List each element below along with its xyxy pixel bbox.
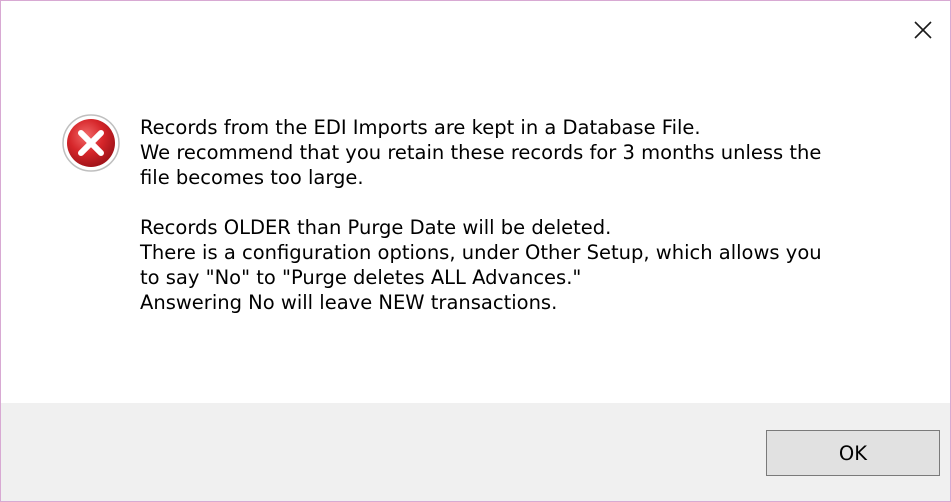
- message-line: There is a configuration options, under …: [140, 241, 822, 264]
- message-line: file becomes too large.: [140, 166, 364, 189]
- message-line: to say "No" to "Purge deletes ALL Advanc…: [140, 266, 582, 289]
- dialog-content: Records from the EDI Imports are kept in…: [1, 1, 950, 403]
- message-line: We recommend that you retain these recor…: [140, 141, 822, 164]
- message-spacer: [140, 190, 920, 215]
- close-icon: [914, 21, 932, 39]
- close-button[interactable]: [908, 15, 938, 45]
- message-line: Records from the EDI Imports are kept in…: [140, 116, 701, 139]
- message-line: Answering No will leave NEW transactions…: [140, 291, 558, 314]
- ok-button[interactable]: OK: [766, 430, 940, 476]
- dialog-footer: OK: [1, 403, 950, 501]
- dialog-message: Records from the EDI Imports are kept in…: [140, 115, 920, 315]
- error-icon: [62, 114, 120, 172]
- message-line: Records OLDER than Purge Date will be de…: [140, 216, 612, 239]
- message-dialog: Records from the EDI Imports are kept in…: [0, 0, 951, 502]
